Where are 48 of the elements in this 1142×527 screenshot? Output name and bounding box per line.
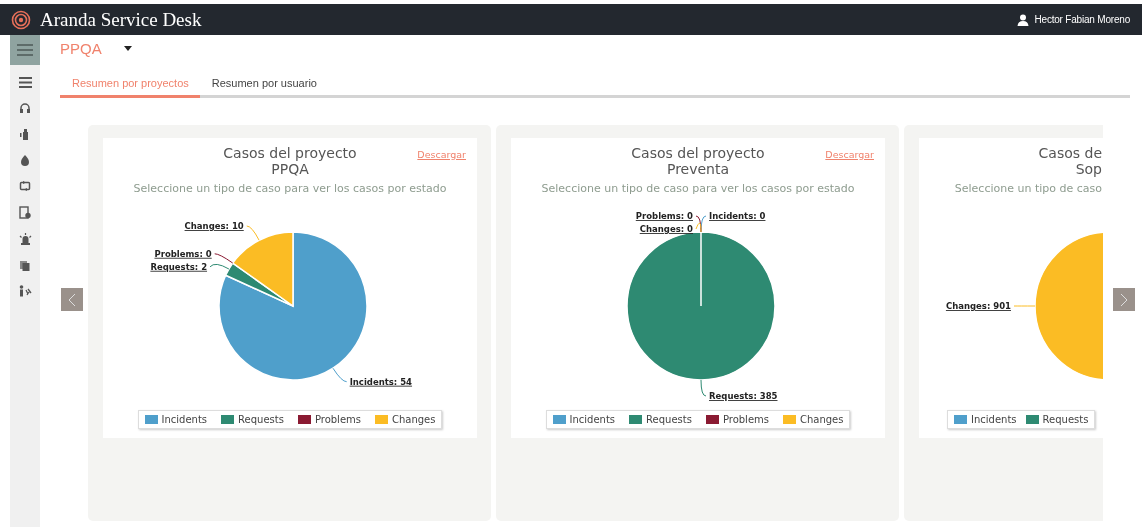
data-label: Incidents: 54 bbox=[349, 376, 413, 387]
data-label: Requests: 2 bbox=[150, 261, 208, 272]
data-label: Changes: 901 bbox=[945, 301, 1011, 311]
folders-icon[interactable] bbox=[19, 259, 31, 271]
user-icon bbox=[1016, 13, 1029, 26]
chevron-right-icon bbox=[1120, 292, 1128, 307]
data-label: Problems: 0 bbox=[635, 211, 693, 221]
chart-subtitle: Seleccione un tipo de caso bbox=[954, 182, 1102, 195]
app-title: Aranda Service Desk bbox=[40, 8, 202, 31]
chevron-left-icon bbox=[68, 292, 76, 307]
user-name[interactable]: Hector Fabian Moreno bbox=[1034, 14, 1130, 25]
alarm-light-icon[interactable] bbox=[18, 233, 32, 245]
chart-title: Casos del proyecto bbox=[223, 145, 357, 161]
legend-label[interactable]: Requests bbox=[646, 414, 692, 425]
legend-label[interactable]: Requests bbox=[238, 414, 284, 425]
legend-label[interactable]: Changes bbox=[392, 414, 436, 425]
legend-label[interactable]: Requests bbox=[1042, 414, 1089, 425]
data-label: Incidents: 0 bbox=[709, 211, 766, 221]
data-label: Requests: 385 bbox=[709, 391, 778, 401]
leader-line bbox=[1013, 305, 1036, 307]
data-label: Problems: 0 bbox=[154, 248, 212, 259]
pie-slice[interactable] bbox=[231, 231, 294, 307]
menu-icon bbox=[17, 43, 33, 57]
legend-label[interactable]: Incidents bbox=[161, 414, 208, 425]
legend-label[interactable]: Problems bbox=[314, 414, 361, 425]
leader-line bbox=[246, 225, 260, 241]
data-label: Changes: 10 bbox=[184, 221, 244, 231]
legend-label[interactable]: Problems bbox=[722, 414, 769, 425]
tab[interactable]: Resumen por usuario bbox=[199, 75, 328, 98]
menu-icon[interactable] bbox=[18, 77, 32, 88]
chart-subtitle: Seleccione un tipo de caso para ver los casos por estado bbox=[133, 182, 447, 195]
chart-title: Casos de bbox=[1038, 145, 1102, 161]
legend-label[interactable]: Incidents bbox=[569, 414, 616, 425]
caret-icon bbox=[123, 46, 132, 51]
logo-icon bbox=[11, 9, 31, 30]
leader-line bbox=[700, 379, 707, 397]
legend-label[interactable]: Changes bbox=[800, 414, 844, 425]
project-name: Preventa bbox=[666, 161, 730, 177]
leader-line bbox=[332, 367, 348, 383]
clipboard-icon[interactable] bbox=[19, 206, 31, 219]
chart-title: Casos del proyecto bbox=[631, 145, 765, 161]
bottle-icon[interactable] bbox=[19, 128, 31, 140]
project-name: Sop bbox=[1075, 161, 1102, 177]
data-label: Changes: 0 bbox=[639, 224, 693, 234]
headset-icon[interactable] bbox=[19, 102, 31, 114]
legend-label[interactable]: Incidents bbox=[971, 414, 1017, 425]
project-name: PPQA bbox=[271, 161, 309, 177]
chart-subtitle: Seleccione un tipo de caso para ver los casos por estado bbox=[541, 182, 855, 195]
